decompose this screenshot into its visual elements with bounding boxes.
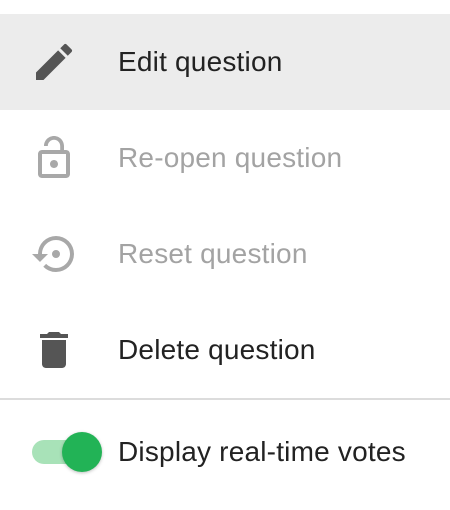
toggle-label: Display real-time votes bbox=[118, 436, 406, 467]
pencil-icon bbox=[30, 38, 78, 86]
menu-item-delete-question[interactable]: Delete question bbox=[0, 302, 450, 398]
menu-item-label: Edit question bbox=[118, 46, 283, 77]
menu-item-label: Delete question bbox=[118, 334, 316, 365]
menu-top-padding bbox=[0, 0, 450, 14]
toggle-thumb bbox=[62, 432, 102, 472]
menu-item-label: Reset question bbox=[118, 238, 308, 269]
menu-item-reopen-question[interactable]: Re-open question bbox=[0, 110, 450, 206]
menu-item-edit-question[interactable]: Edit question bbox=[0, 14, 450, 110]
question-options-menu: Edit question Re-open question Reset que… bbox=[0, 0, 450, 510]
menu-divider bbox=[0, 398, 450, 400]
lock-open-icon bbox=[30, 134, 78, 182]
realtime-votes-toggle[interactable] bbox=[32, 432, 102, 472]
menu-item-reset-question[interactable]: Reset question bbox=[0, 206, 450, 302]
display-realtime-votes-row[interactable]: Display real-time votes bbox=[0, 404, 450, 500]
trash-icon bbox=[30, 326, 78, 374]
menu-item-label: Re-open question bbox=[118, 142, 343, 173]
restore-icon bbox=[30, 230, 78, 278]
